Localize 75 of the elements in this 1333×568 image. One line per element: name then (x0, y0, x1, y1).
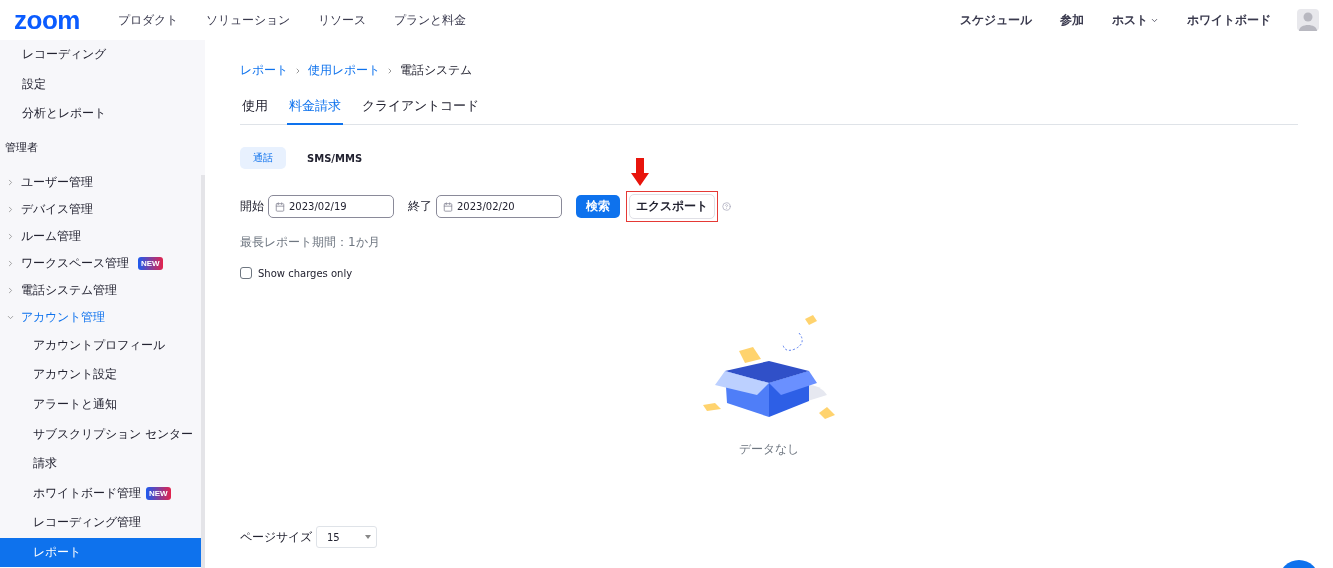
item-label: アラートと通知 (33, 396, 117, 413)
sidebar-group[interactable]: デバイス管理 (0, 195, 200, 223)
sub-tab[interactable]: 通話 (240, 147, 286, 169)
item-label: 請求 (33, 455, 57, 473)
chevron-right-icon (6, 204, 15, 214)
checkbox[interactable] (240, 267, 252, 279)
item-label: アカウント設定 (33, 366, 117, 384)
sidebar-item[interactable]: アラートと通知 (0, 389, 202, 420)
zoom-logo[interactable]: zoom (14, 7, 80, 33)
sidebar-group[interactable]: ルーム管理 (0, 222, 200, 250)
group-label: ルーム管理 (21, 227, 81, 245)
group-label: アカウント管理 (21, 308, 105, 326)
current-page-label: 電話システム (400, 62, 472, 79)
sidebar-item[interactable]: 設定 (0, 69, 205, 99)
new-badge: NEW (146, 486, 171, 500)
sidebar-group[interactable]: ユーザー管理 (0, 168, 200, 196)
new-badge: NEW (138, 256, 163, 270)
nav-link[interactable]: リソース (317, 11, 366, 29)
caret-icon (365, 535, 371, 539)
item-label: アカウントプロフィール (33, 336, 165, 354)
tab[interactable]: 料金請求 (287, 97, 343, 125)
nav-link[interactable]: プランと料金 (393, 11, 466, 29)
down-arrow-icon (631, 158, 649, 186)
breadcrumb-link[interactable]: レポート (240, 62, 288, 79)
item-label: ホワイトボード管理 (33, 484, 141, 502)
nav-link[interactable]: 参加 (1060, 11, 1084, 29)
sidebar-item[interactable]: 請求 (0, 448, 202, 479)
group-label: ワークスペース管理 (21, 254, 129, 272)
nav-link[interactable]: ホスト (1112, 11, 1159, 29)
checkbox-label: Show charges only (258, 267, 353, 279)
checkbox-row[interactable]: Show charges only (240, 267, 1298, 279)
chevron-right-icon (386, 66, 394, 75)
start-label: 開始 (240, 198, 264, 215)
end-label: 終了 (408, 198, 432, 215)
item-label: レポート (33, 543, 81, 561)
nav-link[interactable]: ホワイトボード (1187, 11, 1271, 29)
nav-link[interactable]: プロダクト (117, 11, 178, 29)
group-label: ユーザー管理 (21, 173, 93, 191)
sidebar-item[interactable]: レコーディング (0, 40, 205, 70)
start-date-field[interactable]: 2023/02/19 (268, 195, 394, 218)
tab[interactable]: 使用 (240, 97, 270, 125)
sidebar-item[interactable]: アカウント設定 (0, 360, 202, 390)
page-size-label: ページサイズ (240, 528, 312, 546)
sub-tab[interactable]: SMS/MMS (294, 147, 376, 169)
chevron-right-icon (6, 258, 15, 268)
search-button[interactable]: 検索 (576, 195, 620, 218)
breadcrumb-link[interactable]: 使用レポート (308, 62, 380, 79)
group-label: デバイス管理 (21, 200, 93, 218)
export-button[interactable]: エクスポート (629, 194, 715, 219)
sidebar-item[interactable]: レポート (0, 537, 202, 568)
calendar-icon (443, 201, 453, 212)
page-size-select[interactable]: 15 (316, 526, 377, 548)
chevron-right-icon (294, 66, 302, 75)
sidebar-group[interactable]: アカウント管理 (0, 303, 200, 331)
note-text: 最長レポート期間：1か月 (240, 234, 381, 251)
calendar-icon (275, 201, 285, 212)
chevron-right-icon (6, 231, 15, 241)
item-label: サブスクリプション センター (33, 425, 193, 443)
group-label: 電話システム管理 (21, 281, 117, 299)
nav-link[interactable]: スケジュール (960, 11, 1032, 29)
sidebar-item[interactable]: 分析とレポート (0, 99, 205, 129)
tab[interactable]: クライアントコード (360, 97, 481, 125)
sidebar-item[interactable]: ホワイトボード管理 NEW (0, 478, 202, 509)
empty-text: データなし (739, 441, 799, 458)
sidebar-item[interactable]: レコーディング管理 (0, 508, 202, 538)
sidebar-item[interactable]: サブスクリプション センター (0, 419, 202, 449)
section-title: 管理者 (4, 139, 39, 155)
chevron-right-icon (6, 285, 15, 295)
item-label: レコーディング管理 (33, 514, 141, 532)
sidebar-item[interactable]: アカウントプロフィール (0, 330, 202, 361)
chevron-right-icon (6, 177, 15, 187)
nav-link[interactable]: ソリューション (205, 11, 290, 29)
sidebar-group[interactable]: 電話システム管理 (0, 276, 200, 304)
end-date-field[interactable]: 2023/02/20 (436, 195, 562, 218)
sidebar-group[interactable]: ワークスペース管理 NEW (0, 249, 200, 277)
